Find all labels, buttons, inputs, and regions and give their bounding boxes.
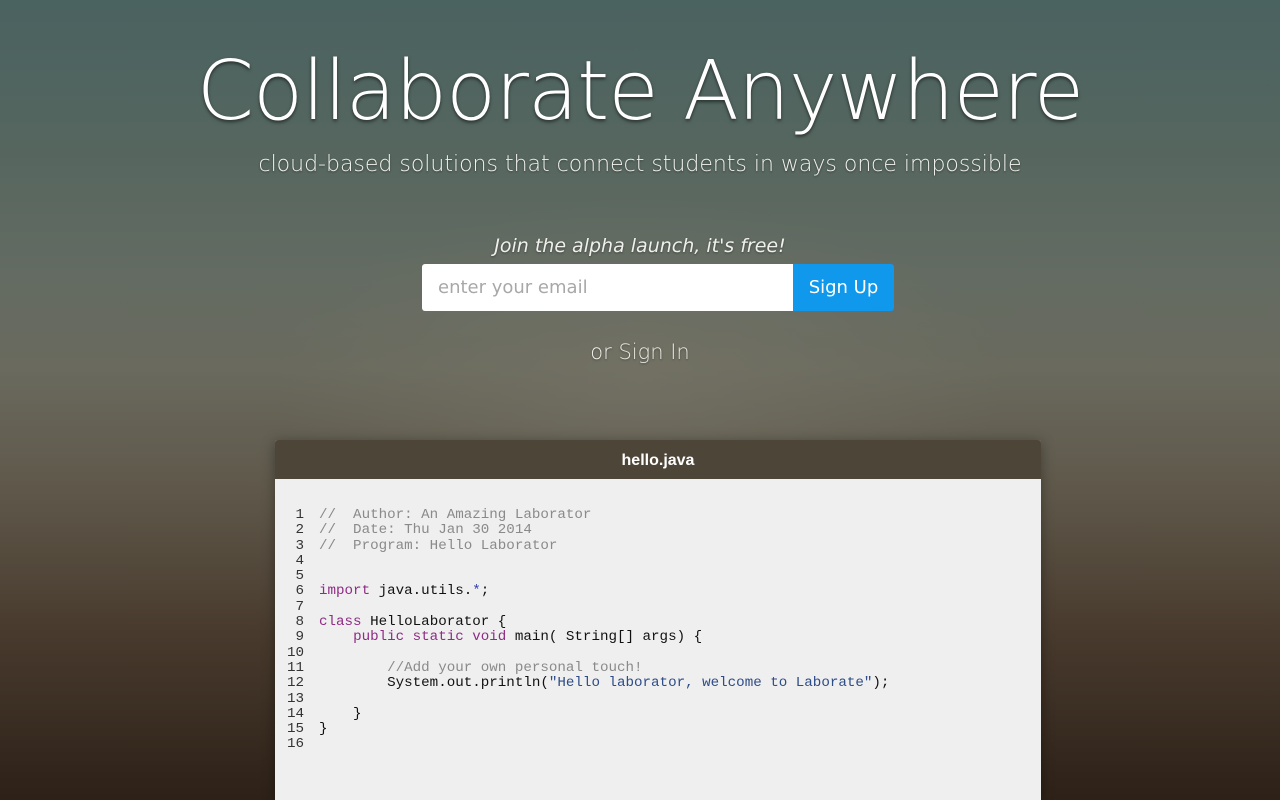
code-token-comment: // Date: Thu Jan 30 2014 (319, 522, 532, 539)
line-number: 12 (286, 675, 304, 692)
code-line: 8 class HelloLaborator { (275, 614, 1041, 631)
code-line: 11 //Add your own personal touch! (275, 659, 1041, 676)
code-line: 10 (275, 644, 1041, 661)
editor-filename: hello.java (621, 452, 695, 469)
code-token-plain: java.utils. (370, 583, 473, 600)
signup-form: Sign Up (422, 264, 894, 311)
line-number: 11 (286, 659, 304, 676)
signin-prefix: or (590, 340, 619, 364)
email-input[interactable] (422, 264, 793, 311)
line-number: 10 (286, 644, 304, 661)
line-code: public static void main( String[] args) … (304, 630, 702, 645)
line-number: 6 (295, 583, 304, 600)
code-token-comment: //Add your own personal touch! (387, 659, 643, 676)
code-token-comment: // Author: An Amazing Laborator (319, 507, 592, 523)
line-code: System.out.println("Hello laborator, wel… (304, 676, 889, 691)
signin-link[interactable]: Sign In (618, 340, 689, 364)
code-line: 13 (275, 690, 1041, 707)
code-editor: hello.java 1 // Author: An Amazing Labora… (275, 440, 1041, 800)
code-token-plain: ); (872, 675, 890, 692)
page-headline: Collaborate Anywhere (196, 44, 1085, 139)
code-token-plain: } (319, 721, 328, 738)
line-number: 14 (286, 705, 304, 722)
line-code: // Program: Hello Laborator (304, 537, 558, 554)
line-code: //Add your own personal touch! (304, 659, 643, 676)
line-code: } (304, 722, 328, 737)
line-number: 13 (286, 690, 304, 707)
code-token-plain: HelloLaborator { (361, 614, 507, 631)
code-line: 1 // Author: An Amazing Laborator (275, 507, 1041, 523)
line-number: 5 (295, 568, 304, 585)
code-line: 12 System.out.println("Hello laborator, … (275, 675, 1041, 692)
code-token-plain: System.out.println( (319, 675, 549, 692)
code-token-string: "Hello laborator, welcome to Laborate" (548, 675, 873, 692)
signin-row: or Sign In (0, 340, 1280, 364)
code-line: 3 // Program: Hello Laborator (275, 537, 1041, 554)
alpha-launch-note: Join the alpha launch, it's free! (494, 235, 786, 257)
line-code: } (304, 705, 362, 722)
code-token-keyword: class (319, 614, 362, 631)
line-number: 16 (286, 736, 304, 753)
line-number: 3 (295, 537, 304, 554)
code-token-comment: // Program: Hello Laborator (319, 537, 558, 554)
line-code: import java.utils.*; (304, 584, 489, 599)
line-number: 7 (295, 598, 304, 615)
code-line: 7 (275, 598, 1041, 615)
editor-titlebar: hello.java (275, 440, 1041, 479)
line-code: // Author: An Amazing Laborator (304, 507, 592, 523)
code-line: 15} (275, 721, 1041, 738)
code-token-operator: * (472, 583, 481, 600)
code-token-plain: ; (480, 583, 490, 600)
editor-body[interactable]: 1 // Author: An Amazing Laborator 2 // Date… (275, 479, 1041, 800)
code-line: 9 public static void main( String[] args… (275, 629, 1041, 646)
code-line: 2 // Date: Thu Jan 30 2014 (275, 522, 1041, 539)
line-number: 9 (295, 629, 304, 646)
code-token-keyword: public static void (353, 629, 507, 646)
code-line: 16 (275, 736, 1041, 753)
code-token-plain: main( String[] args) { (506, 629, 703, 646)
line-number: 4 (295, 552, 304, 569)
code-line: 6 import java.utils.*; (275, 583, 1041, 600)
code-token-plain: } (319, 705, 362, 722)
code-line: 4 (275, 552, 1041, 569)
code-line: 14 } (275, 705, 1041, 722)
page-subheadline: cloud-based solutions that connect stude… (258, 152, 1022, 177)
line-number: 15 (286, 721, 304, 738)
code-line: 5 (275, 568, 1041, 585)
line-number: 8 (295, 614, 304, 631)
line-code: // Date: Thu Jan 30 2014 (304, 523, 532, 538)
line-number: 1 (295, 507, 304, 523)
line-code: class HelloLaborator { (304, 614, 507, 631)
code-token-keyword: import (319, 583, 371, 600)
signup-button[interactable]: Sign Up (793, 264, 894, 311)
line-number: 2 (295, 522, 304, 539)
